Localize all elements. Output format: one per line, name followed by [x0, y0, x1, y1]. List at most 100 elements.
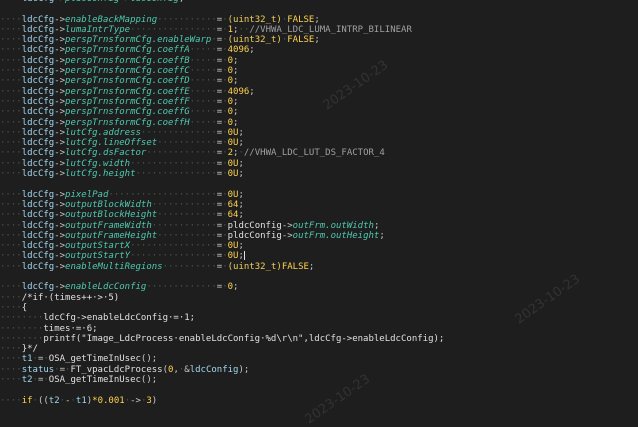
code-token: ·············: [146, 282, 217, 293]
code-token: perspTrnsformCfg.coeffE: [65, 86, 190, 97]
code-token: ····: [0, 138, 22, 149]
code-token: ;: [233, 107, 239, 118]
code-line[interactable]: ····ldcCfg->outputStartY················…: [0, 251, 638, 261]
code-token: outputStartY: [65, 251, 131, 262]
code-token: ····: [0, 374, 22, 385]
code-line[interactable]: ········times·=·6;: [0, 324, 638, 334]
code-token: ->: [54, 148, 66, 159]
code-token: ········: [0, 333, 44, 344]
code-line[interactable]: ····ldcCfg->lutCfg.address··············…: [0, 128, 638, 138]
code-token: ····: [0, 230, 22, 241]
code-token: 0U: [227, 189, 239, 200]
code-token: 0U: [227, 127, 239, 138]
code-line[interactable]: ····t1·=·OSA_getTimeInUsec();: [0, 354, 638, 364]
code-line[interactable]: ····ldcCfg->perspTrnsformCfg.enableWarp·…: [0, 35, 638, 45]
code-line[interactable]: ····/*if·(times++·>·5): [0, 293, 638, 303]
code-token: ;: [238, 241, 244, 252]
code-line[interactable]: ····ldcCfg->perspTrnsformCfg.coeffG·····…: [0, 107, 638, 117]
code-line[interactable]: ····ldcCfg->enableBackMapping···········…: [0, 15, 638, 25]
code-line[interactable]: ····ldcCfg->lutCfg.lineOffset···········…: [0, 138, 638, 148]
code-token: ····: [0, 354, 22, 365]
code-token: ldcCfg: [21, 55, 55, 66]
code-line[interactable]: [0, 4, 638, 14]
code-line[interactable]: ····ldcCfg->outputFrameHeight···········…: [0, 231, 638, 241]
code-token: outputBlockHeight: [65, 210, 158, 221]
code-line[interactable]: ····if·((t2·-·t1)*0.001·->·3): [0, 396, 638, 406]
code-line[interactable]: ····ldcCfg->perspTrnsformCfg.coeffB·····…: [0, 56, 638, 66]
code-token: pldcConfig: [227, 220, 282, 231]
code-token: ····: [0, 117, 22, 128]
code-line[interactable]: ····}*/: [0, 344, 638, 354]
code-token: ············: [151, 199, 217, 210]
code-line[interactable]: ····ldcCfg->lutCfg.width················…: [0, 159, 638, 169]
code-token: ;: [249, 45, 255, 56]
code-token: ->: [54, 199, 66, 210]
code-token: 0U: [227, 158, 239, 169]
code-token: ->: [54, 35, 66, 46]
code-line[interactable]: ····ldcCfg->perspTrnsformCfg.coeffD·····…: [0, 76, 638, 86]
text-cursor: [243, 251, 245, 261]
code-token: ····: [0, 14, 22, 25]
code-token: perspTrnsformCfg.coeffF: [65, 96, 190, 107]
code-line[interactable]: ········ldcCfg->enableLdcConfig·=·1;: [0, 313, 638, 323]
code-line[interactable]: ····ldcCfg->outputBlockHeight···········…: [0, 210, 638, 220]
code-token: ········: [0, 323, 44, 334]
code-token: 0U: [227, 241, 239, 252]
code-line[interactable]: ····ldcCfg->perspTrnsformCfg.coeffF·····…: [0, 97, 638, 107]
code-token: ->: [54, 76, 66, 87]
code-line[interactable]: ····ldcCfg->outputFrameWidth············…: [0, 221, 638, 231]
code-line[interactable]: ····ldcCfg->outputBlockWidth············…: [0, 200, 638, 210]
code-token: 64: [227, 199, 239, 210]
code-token: ·····: [189, 76, 217, 87]
code-line[interactable]: ····{: [0, 303, 638, 313]
code-line[interactable]: ····ldcCfg->enableLdcConfig·············…: [0, 282, 638, 292]
code-token: ;: [238, 199, 244, 210]
code-token: ldcCfg->enableLdcConfig·=·1;: [43, 313, 196, 324]
code-token: ->: [281, 230, 293, 241]
code-token: lutCfg.height: [65, 169, 136, 180]
code-token: perspTrnsformCfg.coeffD: [65, 76, 190, 87]
code-line[interactable]: ····ldcCfg->perspTrnsformCfg.coeffA·····…: [0, 45, 638, 55]
code-token: ldcCfg: [21, 241, 55, 252]
code-token: ldcCfg: [21, 169, 55, 180]
code-line[interactable]: ····t2·=·OSA_getTimeInUsec();: [0, 375, 638, 385]
code-token: 0U: [227, 138, 239, 149]
code-token: outputStartX: [65, 241, 131, 252]
code-line[interactable]: ····ldcCfg->perspTrnsformCfg.coeffC·····…: [0, 66, 638, 76]
code-token: ····: [0, 66, 22, 77]
code-line[interactable]: ····ldcCfg->pixelPad····················…: [0, 190, 638, 200]
code-line[interactable]: ····ldcCfg->enableMultiRegions··········…: [0, 262, 638, 272]
code-editor[interactable]: ····ldcCfg->pldcConfig->ldcConfig;····ld…: [0, 0, 638, 406]
code-token: ->: [54, 86, 66, 97]
code-line[interactable]: ····ldcCfg->outputStartX················…: [0, 241, 638, 251]
code-token: ldcCfg: [21, 127, 55, 138]
code-line[interactable]: ····ldcCfg->lumaIntrType················…: [0, 25, 638, 35]
code-line[interactable]: [0, 272, 638, 282]
code-token: ········: [0, 313, 44, 324]
code-token: perspTrnsformCfg.coeffA: [65, 45, 190, 56]
code-token: outFrm.outWidth: [292, 220, 374, 231]
code-token: ···············: [135, 169, 217, 180]
code-token: ldcCfg: [21, 251, 55, 262]
code-line[interactable]: ····ldcCfg->lutCfg.height···············…: [0, 169, 638, 179]
code-line[interactable]: ····ldcCfg->perspTrnsformCfg.coeffE·····…: [0, 87, 638, 97]
code-token: ->: [130, 395, 141, 406]
code-token: ;: [314, 35, 320, 46]
code-token: ·····: [189, 96, 217, 107]
code-token: perspTrnsformCfg.coeffG: [65, 107, 190, 118]
code-line[interactable]: ····ldcCfg->lutCfg.dsFactor·············…: [0, 148, 638, 158]
code-line[interactable]: ····ldcCfg->perspTrnsformCfg.coeffH·····…: [0, 118, 638, 128]
code-line[interactable]: ····status·=·FT_vpacLdcProcess(0,·&ldcCo…: [0, 365, 638, 375]
code-token: ldcCfg: [21, 35, 55, 46]
code-token: ldcCfg: [21, 117, 55, 128]
code-line[interactable]: [0, 179, 638, 189]
code-token: outputFrameHeight: [65, 230, 158, 241]
code-token: ····: [0, 96, 22, 107]
code-token: 0U: [227, 251, 239, 262]
code-token: ·····: [189, 117, 217, 128]
code-token: ): [151, 395, 158, 406]
code-token: enableLdcConfig: [65, 282, 147, 293]
code-token: ····: [0, 189, 22, 200]
code-line[interactable]: [0, 385, 638, 395]
code-line[interactable]: ········printf("Image_LdcProcess·enableL…: [0, 334, 638, 344]
